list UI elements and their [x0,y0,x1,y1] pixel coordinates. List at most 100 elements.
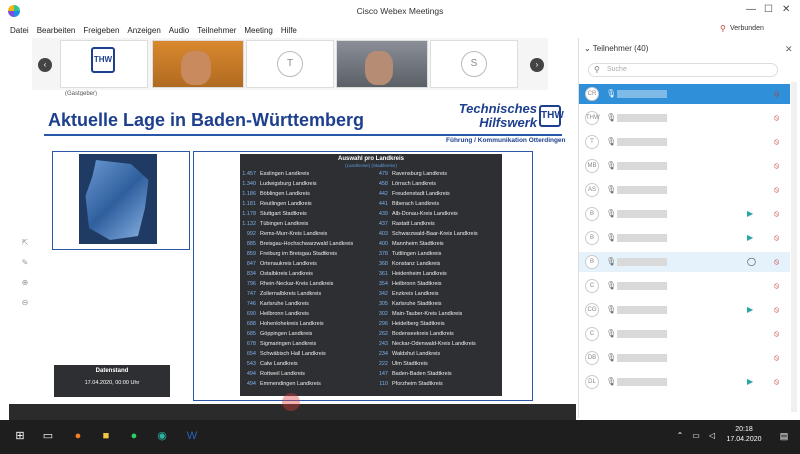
menu-anzeigen[interactable]: Anzeigen [127,26,160,35]
datenstand-value: 17.04.2020, 00:00 Uhr [84,380,140,386]
row-value: 110 [379,381,388,387]
muted-icon[interactable]: ⦸ [774,233,779,243]
menu-freigeben[interactable]: Freigeben [83,26,119,35]
participant-row[interactable]: DL 🎙 ⦸ ▶ [579,372,790,392]
chat-icon[interactable]: ◯ [747,257,756,266]
participant-row[interactable]: AS 🎙 ⦸ [579,180,790,200]
participant-row[interactable]: B 🎙 ⦸ ▶ [579,228,790,248]
microphone-icon[interactable]: 🎙 [606,329,616,338]
muted-icon[interactable]: ⦸ [774,329,779,339]
participant-name [617,282,667,290]
muted-icon[interactable]: ⦸ [774,113,779,123]
firefox-icon[interactable]: ● [70,428,86,444]
explorer-icon[interactable]: ■ [98,428,114,444]
row-label: Heidenheim Landkreis [392,271,447,277]
microphone-icon[interactable]: 🎙 [606,89,616,98]
video-tile-s[interactable]: S [430,40,518,88]
muted-icon[interactable]: ⦸ [774,137,779,147]
menu-audio[interactable]: Audio [169,26,189,35]
volume-icon[interactable]: ◁ [704,428,720,444]
microphone-icon[interactable]: 🎙 [606,377,616,386]
close-icon[interactable]: ✕ [782,5,790,15]
video-icon[interactable]: ▶ [747,209,753,218]
strip-prev-icon[interactable]: ‹ [38,58,52,72]
video-icon[interactable]: ▶ [747,377,753,386]
table-row: 479 Ravensburg Landkreis [372,171,447,181]
video-tile-host[interactable]: THW (Gastgeber) [60,40,148,97]
video-tile-t[interactable]: T [246,40,334,88]
avatar: THW [585,111,600,125]
avatar: MB [585,159,599,173]
participant-row[interactable]: CR 🎙 ⦸ [579,84,790,104]
table-row: 747 Zollernalbkreis Landkreis [240,291,321,301]
microphone-icon[interactable]: 🎙 [606,137,616,146]
microphone-icon[interactable]: 🎙 [606,161,616,170]
participant-search-input[interactable]: Suche [588,63,778,77]
task-view-icon[interactable]: ▭ [40,428,56,444]
menu-teilnehmer[interactable]: Teilnehmer [197,26,236,35]
clock-time: 20:18 [735,426,753,433]
thw-emblem-icon: THW [539,105,564,127]
strip-next-icon[interactable]: › [530,58,544,72]
participant-row[interactable]: MB 🎙 ⦸ [579,156,790,176]
whatsapp-icon[interactable]: ● [126,428,142,444]
video-tile-camera[interactable] [152,40,244,88]
microphone-icon[interactable]: 🎙 [606,233,616,242]
muted-icon[interactable]: ⦸ [774,305,779,315]
participant-row[interactable]: DB 🎙 ⦸ [579,348,790,368]
participant-row[interactable]: CG 🎙 ⦸ ▶ [579,300,790,320]
participant-row[interactable]: B 🎙 ⦸ ◯ [579,252,790,272]
pointer-icon[interactable]: ⇱ [18,236,32,250]
row-label: Emmendingen Landkreis [260,381,321,387]
tray-up-icon[interactable]: ⌃ [672,428,688,444]
menu-bearbeiten[interactable]: Bearbeiten [37,26,76,35]
participant-row[interactable]: T 🎙 ⦸ [579,132,790,152]
microphone-icon[interactable]: 🎙 [606,353,616,362]
muted-icon[interactable]: ⦸ [774,377,779,387]
muted-icon[interactable]: ⦸ [774,185,779,195]
participant-row[interactable]: B 🎙 ⦸ ▶ [579,204,790,224]
clock[interactable]: 20:18 17.04.2020 [724,425,764,445]
panel-scrollbar[interactable] [791,82,797,412]
menu-meeting[interactable]: Meeting [244,26,272,35]
table-row: 543 Calw Landkreis [240,361,298,371]
row-label: Rhein-Neckar-Kreis Landkreis [260,281,334,287]
table-row: 885 Breisgau-Hochschwarzwald Landkreis [240,241,353,251]
panel-close-icon[interactable]: ✕ [785,44,793,55]
microphone-icon[interactable]: 🎙 [606,209,616,218]
network-icon[interactable]: ▭ [688,428,704,444]
word-icon[interactable]: W [184,428,200,444]
microphone-icon[interactable]: 🎙 [606,305,616,314]
participant-row[interactable]: THW 🎙 ⦸ [579,108,790,128]
row-label: Tübingen Landkreis [260,221,309,227]
muted-icon[interactable]: ⦸ [774,209,779,219]
video-tile-camera-2[interactable] [336,40,428,88]
muted-icon[interactable]: ⦸ [774,353,779,363]
participant-row[interactable]: C 🎙 ⦸ [579,276,790,296]
muted-icon[interactable]: ⦸ [774,89,779,99]
microphone-icon[interactable]: 🎙 [606,257,616,266]
table-row: 796 Rhein-Neckar-Kreis Landkreis [240,281,334,291]
zoom-in-icon[interactable]: ⊕ [18,276,32,290]
windows-start-icon[interactable]: ⊞ [12,428,28,444]
microphone-icon[interactable]: 🎙 [606,281,616,290]
minimize-icon[interactable]: — [746,5,756,15]
muted-icon[interactable]: ⦸ [774,257,779,267]
muted-icon[interactable]: ⦸ [774,161,779,171]
row-value: 441 [378,201,388,207]
muted-icon[interactable]: ⦸ [774,281,779,291]
microphone-icon[interactable]: 🎙 [606,113,616,122]
maximize-icon[interactable]: ☐ [764,5,773,15]
video-icon[interactable]: ▶ [747,233,753,242]
microphone-icon[interactable]: 🎙 [606,185,616,194]
pen-icon[interactable]: ✎ [18,256,32,270]
participant-name [617,306,667,314]
avatar: C [585,327,599,341]
webex-taskbar-icon[interactable]: ◉ [154,428,170,444]
video-icon[interactable]: ▶ [747,305,753,314]
participant-row[interactable]: C 🎙 ⦸ [579,324,790,344]
menu-datei[interactable]: Datei [10,26,29,35]
menu-hilfe[interactable]: Hilfe [281,26,297,35]
zoom-out-icon[interactable]: ⊖ [18,296,32,310]
notification-icon[interactable]: ▤ [776,428,792,444]
